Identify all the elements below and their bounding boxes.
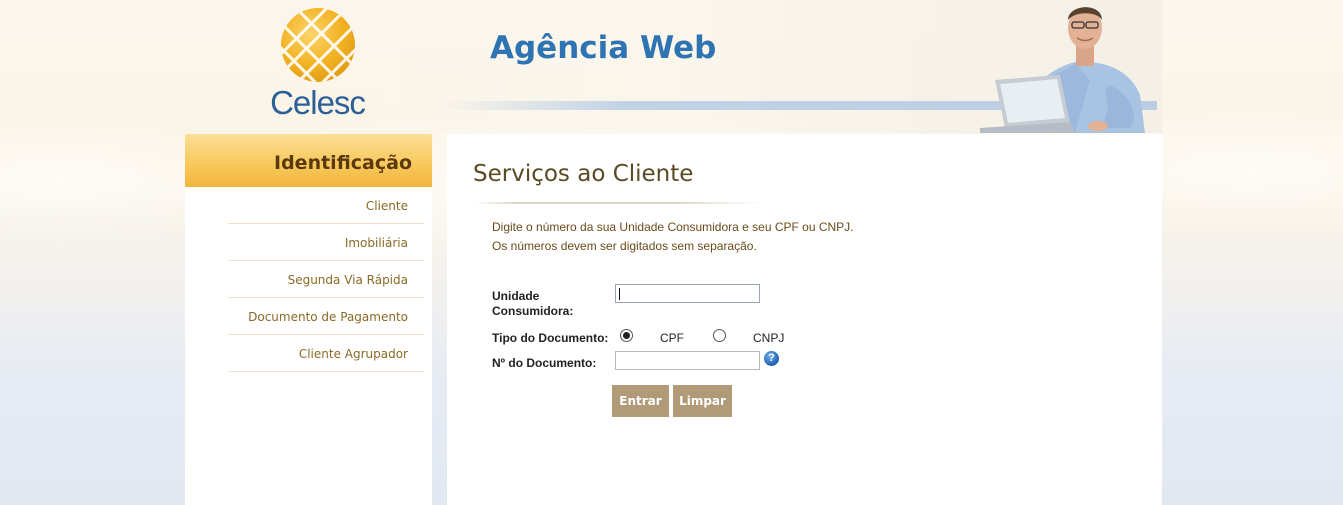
numero-documento-label: Nº do Documento:: [492, 356, 597, 370]
sun-logo-icon: [281, 8, 355, 82]
radio-cnpj-label: CNPJ: [753, 331, 785, 345]
instructions: Digite o número da sua Unidade Consumido…: [492, 218, 854, 256]
radio-cnpj[interactable]: [713, 329, 726, 342]
radio-cpf[interactable]: [620, 329, 633, 342]
unidade-label-line-1: Unidade: [492, 289, 540, 303]
entrar-button[interactable]: Entrar: [612, 385, 669, 417]
limpar-button[interactable]: Limpar: [673, 385, 732, 417]
sidebar-item-segunda-via-rapida[interactable]: Segunda Via Rápida: [228, 261, 424, 298]
logo-wordmark: Celesc: [270, 84, 366, 121]
sidebar-heading: Identificação: [185, 134, 432, 187]
question-icon[interactable]: ?: [764, 351, 779, 366]
celesc-logo[interactable]: Celesc: [265, 6, 370, 121]
sidebar-item-documento-de-pagamento[interactable]: Documento de Pagamento: [228, 298, 424, 335]
numero-documento-input[interactable]: [615, 351, 760, 370]
instructions-line-1: Digite o número da sua Unidade Consumido…: [492, 220, 854, 234]
site-header: Celesc Agência Web: [185, 0, 1162, 133]
sidebar-item-cliente[interactable]: Cliente: [228, 187, 424, 224]
instructions-line-2: Os números devem ser digitados sem separ…: [492, 239, 757, 253]
page-title: Serviços ao Cliente: [473, 161, 694, 187]
tipo-documento-label: Tipo do Documento:: [492, 331, 609, 345]
sidebar-menu: Cliente Imobiliária Segunda Via Rápida D…: [228, 187, 424, 372]
sidebar: Identificação Cliente Imobiliária Segund…: [185, 134, 432, 505]
unidade-consumidora-input[interactable]: [615, 284, 760, 303]
unidade-consumidora-label: Unidade Consumidora:: [492, 289, 573, 319]
person-with-laptop-image: [980, 7, 1145, 133]
sidebar-item-cliente-agrupador[interactable]: Cliente Agrupador: [228, 335, 424, 372]
main-content: Serviços ao Cliente Digite o número da s…: [447, 134, 1162, 505]
app-title: Agência Web: [490, 30, 717, 66]
sidebar-item-imobiliaria[interactable]: Imobiliária: [228, 224, 424, 261]
title-divider: [473, 202, 763, 204]
unidade-label-line-2: Consumidora:: [492, 304, 574, 318]
radio-cpf-label: CPF: [660, 331, 684, 345]
text-caret: [619, 288, 620, 300]
